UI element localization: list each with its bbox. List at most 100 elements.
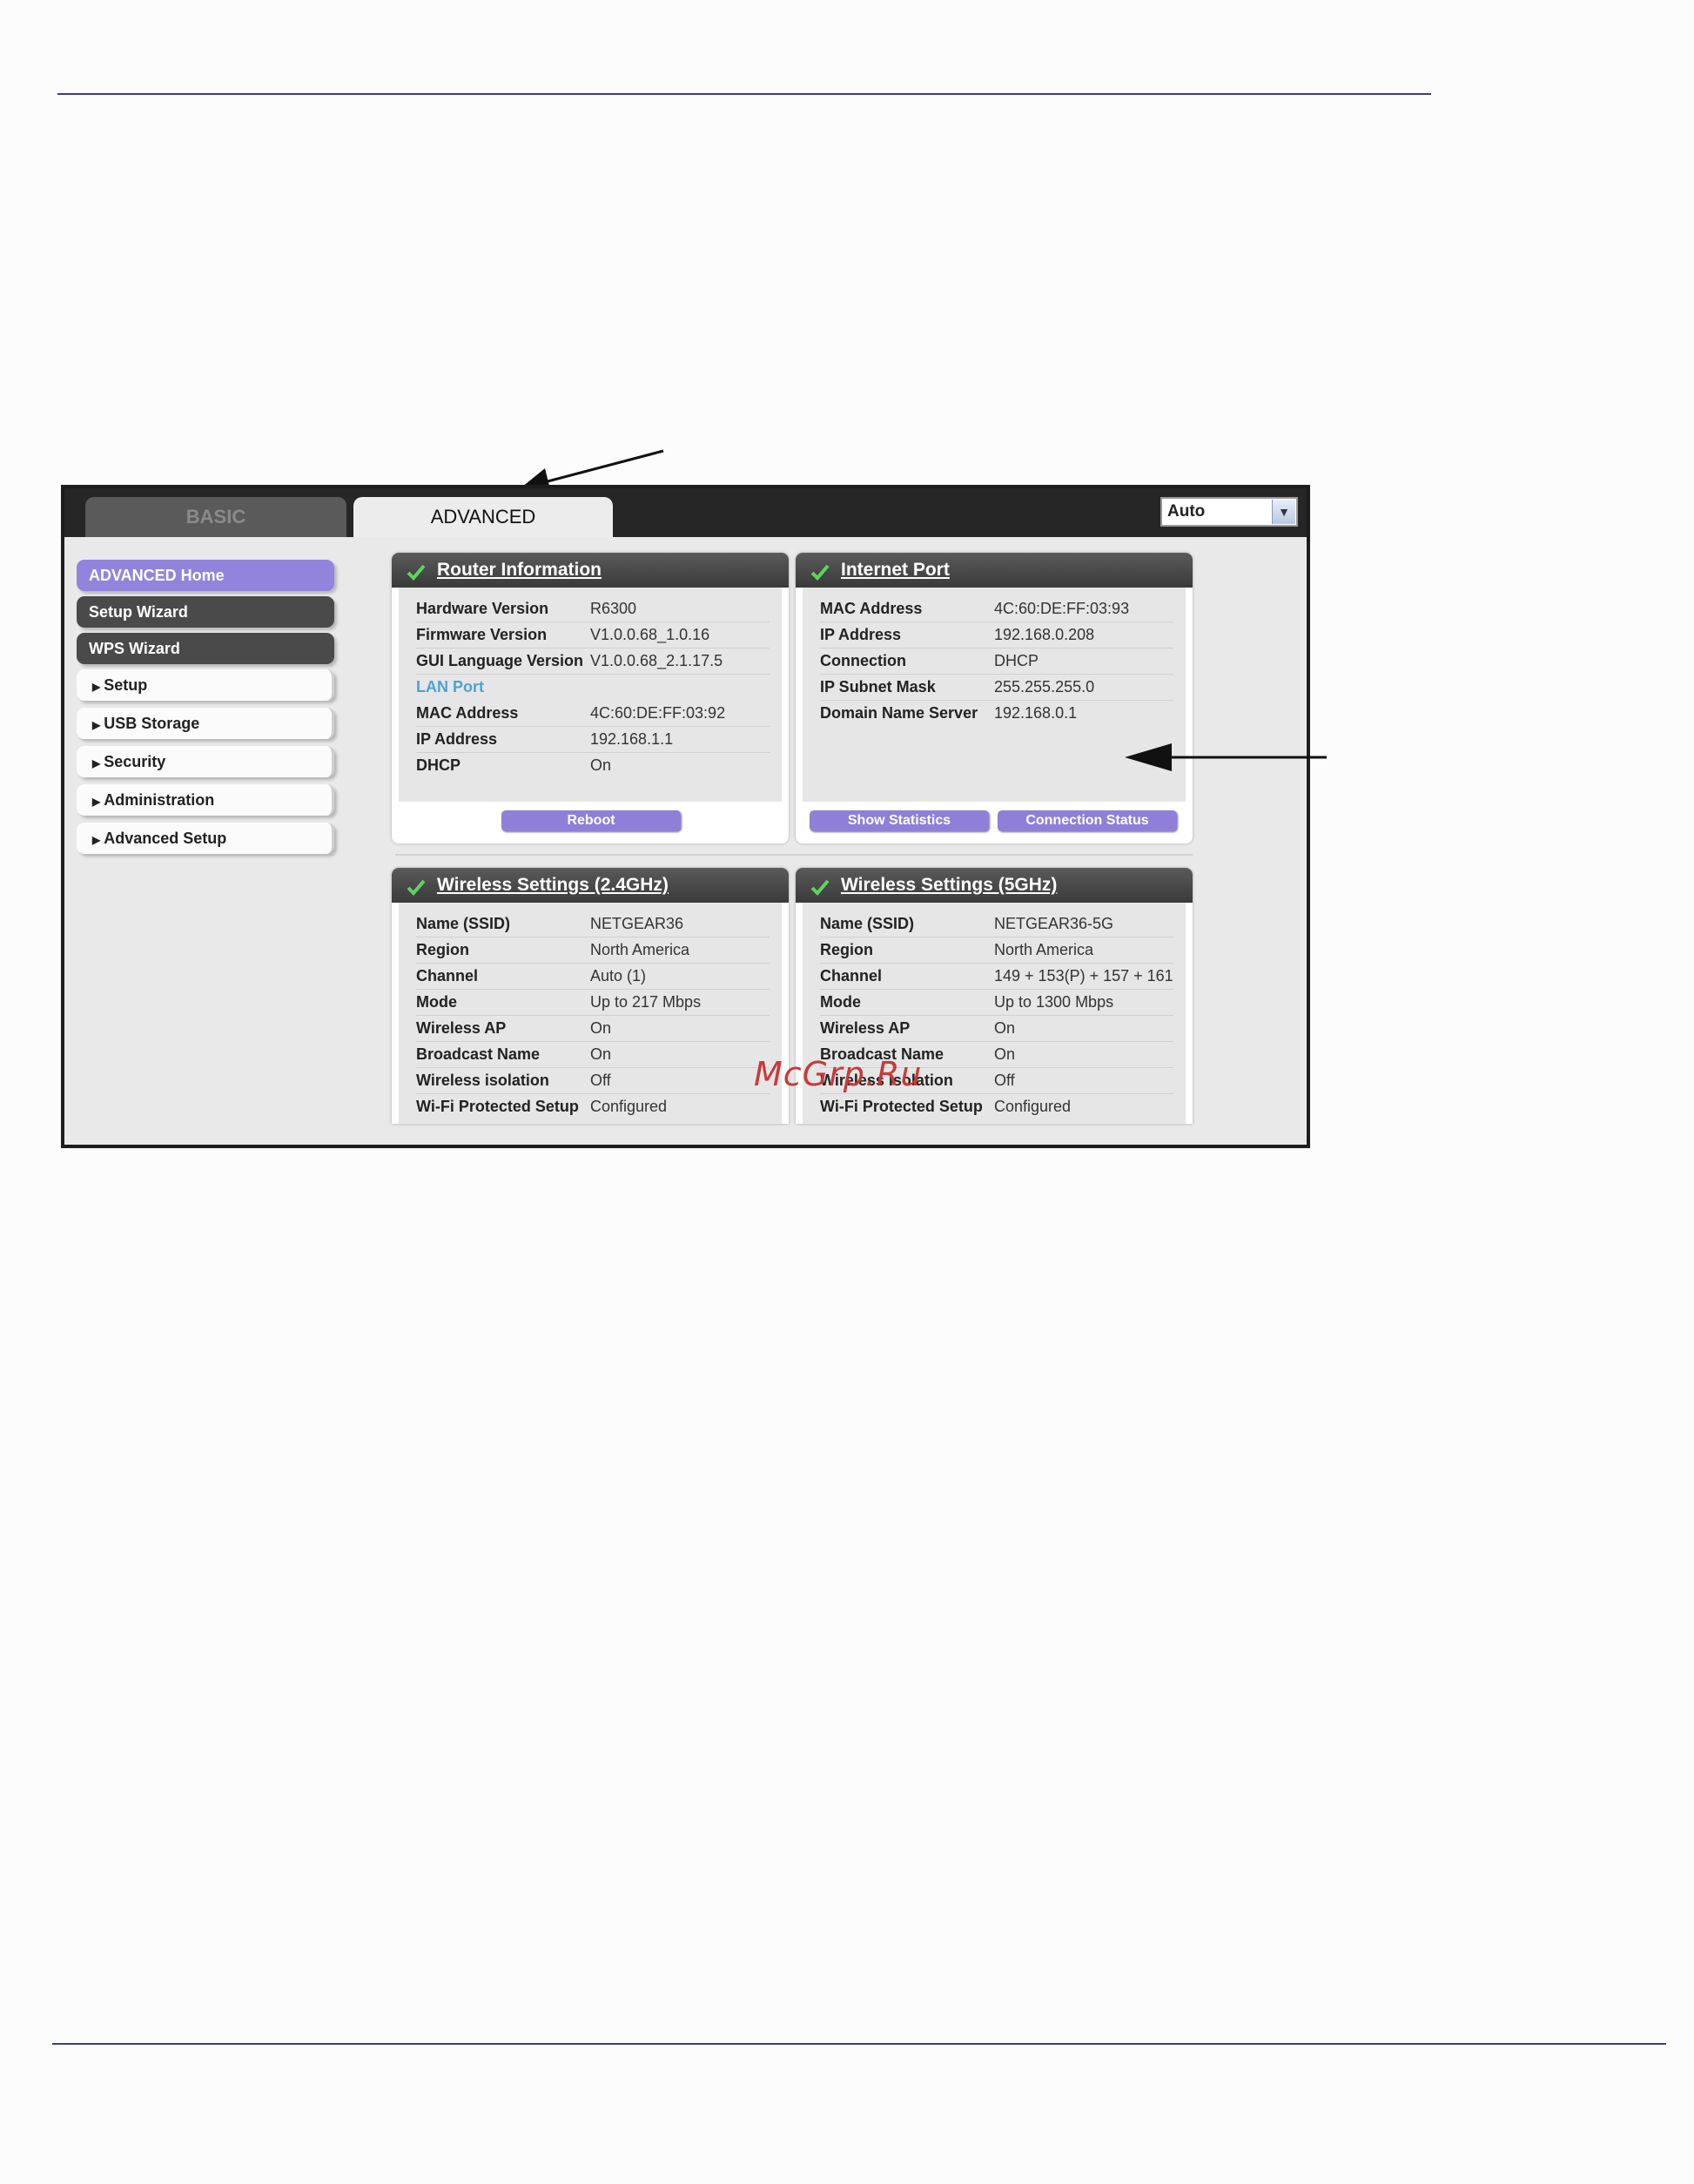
row-key: Mode xyxy=(820,993,861,1011)
row-value: 4C:60:DE:FF:03:92 xyxy=(590,704,726,722)
panel-divider xyxy=(395,854,1193,856)
sidebar-item-label: USB Storage xyxy=(104,715,200,732)
checkmark-icon xyxy=(810,879,830,896)
chevron-down-icon[interactable]: ▼ xyxy=(1272,500,1295,524)
bottom-rule xyxy=(52,2043,1666,2045)
internet-port-link[interactable]: Internet Port xyxy=(841,560,950,580)
language-select[interactable]: Auto ▼ xyxy=(1160,497,1298,527)
sidebar: ADVANCED Home Setup Wizard WPS Wizard ▶ S… xyxy=(77,560,334,861)
wireless-24ghz-link[interactable]: Wireless Settings (2.4GHz) xyxy=(437,875,669,895)
triangle-right-icon: ▶ xyxy=(92,796,101,808)
row-value: 192.168.0.208 xyxy=(994,626,1095,643)
row-value: 255.255.255.0 xyxy=(994,678,1095,696)
row-value: Up to 1300 Mbps xyxy=(994,993,1114,1011)
row-value: 192.168.0.1 xyxy=(994,704,1078,722)
table-row: IP Subnet Mask 255.255.255.0 xyxy=(820,675,1173,701)
row-key: Domain Name Server xyxy=(820,704,978,722)
top-tab-bar: BASIC ADVANCED Auto ▼ xyxy=(64,488,1307,537)
table-row: Channel 149 + 153(P) + 157 + 161 xyxy=(820,964,1173,990)
tab-basic[interactable]: BASIC xyxy=(85,497,346,537)
sidebar-item-label: Setup Wizard xyxy=(89,603,188,621)
row-value: North America xyxy=(590,941,690,958)
table-row: Broadcast Name On xyxy=(416,1042,770,1068)
row-key: Region xyxy=(416,941,469,958)
row-value: Configured xyxy=(994,1098,1072,1115)
reboot-button[interactable]: Reboot xyxy=(501,810,681,831)
sidebar-item-usb-storage[interactable]: ▶ USB Storage xyxy=(77,708,334,739)
table-row: LAN Port xyxy=(416,675,770,701)
row-key: Wi-Fi Protected Setup xyxy=(416,1098,579,1115)
table-row: Name (SSID) NETGEAR36 xyxy=(416,911,770,937)
table-row: Firmware Version V1.0.0.68_1.0.16 xyxy=(416,622,770,648)
wireless-5ghz-link[interactable]: Wireless Settings (5GHz) xyxy=(841,875,1057,895)
sidebar-item-wps-wizard[interactable]: WPS Wizard xyxy=(77,633,334,664)
panel-header: Router Information xyxy=(392,553,789,588)
row-value: Off xyxy=(590,1072,611,1089)
row-value: Off xyxy=(994,1072,1015,1089)
table-row: IP Address 192.168.0.208 xyxy=(820,622,1173,648)
sidebar-item-label: ADVANCED Home xyxy=(89,567,225,584)
sidebar-item-setup-wizard[interactable]: Setup Wizard xyxy=(77,596,334,628)
sidebar-item-label: Security xyxy=(104,753,166,770)
row-key: Mode xyxy=(416,993,457,1011)
sidebar-item-advanced-home[interactable]: ADVANCED Home xyxy=(77,560,334,591)
sidebar-item-setup[interactable]: ▶ Setup xyxy=(77,669,334,701)
triangle-right-icon: ▶ xyxy=(92,719,101,731)
sidebar-item-label: Setup xyxy=(104,676,148,694)
row-key: Name (SSID) xyxy=(416,915,511,932)
table-row: Wi-Fi Protected Setup Configured xyxy=(820,1094,1173,1120)
table-row: Wireless AP On xyxy=(820,1016,1173,1042)
checkmark-icon xyxy=(407,564,426,581)
sidebar-item-label: WPS Wizard xyxy=(89,640,180,657)
triangle-right-icon: ▶ xyxy=(92,834,101,846)
row-key: IP Address xyxy=(820,626,902,643)
row-key: Broadcast Name xyxy=(416,1045,541,1063)
callout-arrow-internet-port xyxy=(1125,743,1327,771)
row-value: V1.0.0.68_1.0.16 xyxy=(590,626,710,643)
lan-port-heading: LAN Port xyxy=(416,678,484,696)
checkmark-icon xyxy=(407,879,426,896)
top-rule xyxy=(57,93,1431,95)
connection-status-button[interactable]: Connection Status xyxy=(998,810,1177,831)
tab-advanced[interactable]: ADVANCED xyxy=(353,497,613,537)
row-value: 192.168.1.1 xyxy=(590,730,674,748)
sidebar-item-advanced-setup[interactable]: ▶ Advanced Setup xyxy=(77,823,334,854)
wireless-24ghz-panel: Wireless Settings (2.4GHz) Name (SSID) NE… xyxy=(392,868,789,1124)
table-row: GUI Language Version V1.0.0.68_2.1.17.5 xyxy=(416,648,770,675)
sidebar-item-label: Administration xyxy=(104,791,215,809)
table-row: Region North America xyxy=(820,937,1173,964)
show-statistics-button[interactable]: Show Statistics xyxy=(810,810,989,831)
table-row: DHCP On xyxy=(416,753,770,779)
row-value: NETGEAR36 xyxy=(590,915,684,932)
panel-header: Internet Port xyxy=(796,553,1193,588)
table-row: Wireless AP On xyxy=(416,1016,770,1042)
router-information-body: Hardware Version R6300 Firmware Version V1… xyxy=(399,588,782,802)
sidebar-item-administration[interactable]: ▶ Administration xyxy=(77,784,334,816)
sidebar-item-security[interactable]: ▶ Security xyxy=(77,746,334,777)
table-row: IP Address 192.168.1.1 xyxy=(416,727,770,753)
row-key: Wireless isolation xyxy=(416,1072,549,1089)
row-key: Firmware Version xyxy=(416,626,548,643)
wireless-24ghz-body: Name (SSID) NETGEAR36 Region North America… xyxy=(399,903,782,1124)
router-information-link[interactable]: Router Information xyxy=(437,560,602,580)
internet-port-panel: Internet Port MAC Address 4C:60:DE:FF:03:… xyxy=(796,553,1193,843)
row-value: Auto (1) xyxy=(590,967,647,984)
table-row: Wireless isolation Off xyxy=(416,1068,770,1094)
row-value: On xyxy=(590,1045,612,1063)
row-key: Channel xyxy=(416,967,479,984)
row-key: GUI Language Version xyxy=(416,652,584,669)
table-row: Wi-Fi Protected Setup Configured xyxy=(416,1094,770,1120)
row-value: On xyxy=(590,756,612,774)
row-value: R6300 xyxy=(590,600,637,617)
row-value: On xyxy=(590,1019,612,1037)
panel-header: Wireless Settings (2.4GHz) xyxy=(392,868,789,903)
panel-header: Wireless Settings (5GHz) xyxy=(796,868,1193,903)
table-row: Connection DHCP xyxy=(820,648,1173,675)
table-row: Mode Up to 217 Mbps xyxy=(416,990,770,1016)
row-value: Up to 217 Mbps xyxy=(590,993,702,1011)
row-value: On xyxy=(994,1045,1016,1063)
table-row: Domain Name Server 192.168.0.1 xyxy=(820,701,1173,727)
triangle-right-icon: ▶ xyxy=(92,757,101,769)
table-row: Mode Up to 1300 Mbps xyxy=(820,990,1173,1016)
row-key: Name (SSID) xyxy=(820,915,915,932)
